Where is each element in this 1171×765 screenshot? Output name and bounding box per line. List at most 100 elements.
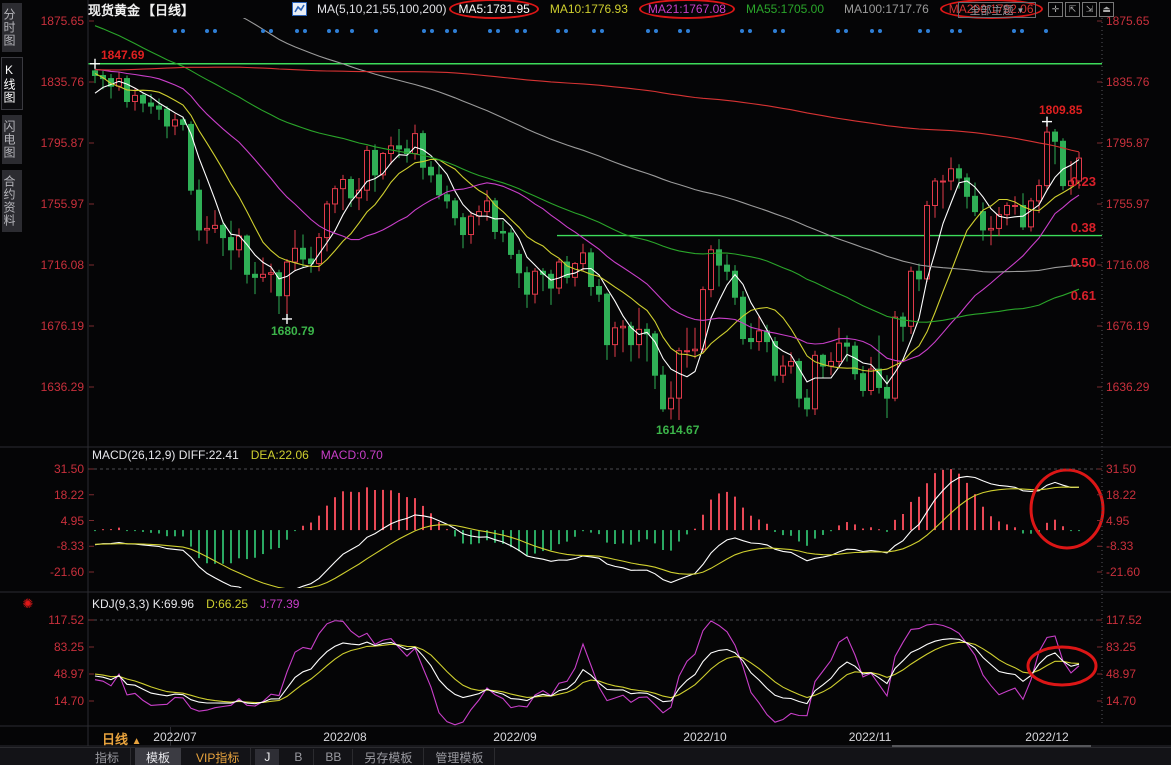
candlestick[interactable]: [533, 271, 538, 294]
candlestick[interactable]: [325, 204, 330, 238]
footer-tab-另存模板[interactable]: 另存模板: [353, 748, 424, 765]
candlestick[interactable]: [717, 250, 722, 265]
candlestick[interactable]: [605, 294, 610, 344]
candlestick[interactable]: [373, 150, 378, 174]
candlestick[interactable]: [637, 329, 642, 344]
candlestick[interactable]: [885, 387, 890, 398]
candlestick[interactable]: [661, 375, 666, 409]
candlestick[interactable]: [461, 218, 466, 235]
candlestick[interactable]: [469, 216, 474, 234]
candlestick[interactable]: [413, 134, 418, 154]
candlestick[interactable]: [941, 181, 946, 182]
theme-select-button[interactable]: 全部主题 ▼: [958, 2, 1036, 18]
move-icon[interactable]: ✛: [1048, 2, 1063, 17]
candlestick[interactable]: [525, 273, 530, 294]
candlestick[interactable]: [597, 287, 602, 295]
candlestick[interactable]: [861, 374, 866, 391]
candlestick[interactable]: [781, 366, 786, 375]
candlestick[interactable]: [253, 274, 258, 277]
candlestick[interactable]: [981, 212, 986, 230]
candlestick[interactable]: [197, 190, 202, 230]
footer-tab-模板[interactable]: 模板: [135, 748, 181, 765]
candlestick[interactable]: [797, 361, 802, 398]
candlestick[interactable]: [301, 248, 306, 259]
sidebar-tab-合约资料[interactable]: 合约资料: [2, 170, 22, 232]
candlestick[interactable]: [517, 254, 522, 272]
candlestick[interactable]: [341, 179, 346, 188]
footer-tab-VIP指标[interactable]: VIP指标: [185, 748, 251, 765]
candlestick[interactable]: [229, 238, 234, 250]
candlestick[interactable]: [933, 181, 938, 205]
candlestick[interactable]: [429, 167, 434, 175]
candlestick[interactable]: [949, 169, 954, 181]
sidebar-tab-K线图[interactable]: K线图: [2, 58, 22, 109]
candlestick[interactable]: [437, 175, 442, 195]
candlestick[interactable]: [165, 109, 170, 126]
candlestick[interactable]: [149, 103, 154, 106]
candlestick[interactable]: [269, 273, 274, 275]
candlestick[interactable]: [157, 106, 162, 109]
candlestick[interactable]: [261, 274, 266, 277]
candlestick[interactable]: [501, 231, 506, 233]
candlestick[interactable]: [613, 328, 618, 345]
candlestick[interactable]: [957, 169, 962, 178]
candlestick[interactable]: [1029, 201, 1034, 227]
candlestick[interactable]: [453, 201, 458, 218]
candlestick[interactable]: [925, 205, 930, 278]
candlestick[interactable]: [869, 369, 874, 390]
candlestick[interactable]: [509, 233, 514, 254]
candlestick[interactable]: [445, 195, 450, 201]
candlestick[interactable]: [1005, 205, 1010, 214]
candlestick[interactable]: [1045, 132, 1050, 186]
footer-tab-J[interactable]: J: [255, 749, 279, 765]
candlestick[interactable]: [213, 225, 218, 228]
candlestick[interactable]: [293, 248, 298, 262]
candlestick[interactable]: [669, 398, 674, 409]
candlestick[interactable]: [397, 146, 402, 149]
candlestick[interactable]: [621, 326, 626, 328]
scale-horizontal-icon[interactable]: ⇲: [1082, 2, 1097, 17]
candlestick[interactable]: [1053, 132, 1058, 141]
candlestick[interactable]: [805, 398, 810, 409]
footer-tab-管理模板[interactable]: 管理模板: [424, 748, 495, 765]
period-footer[interactable]: 日线 ▲: [102, 729, 142, 748]
candlestick[interactable]: [757, 331, 762, 342]
candlestick[interactable]: [685, 351, 690, 352]
candlestick[interactable]: [349, 179, 354, 197]
candlestick[interactable]: [573, 264, 578, 278]
candlestick[interactable]: [173, 120, 178, 126]
candlestick[interactable]: [901, 317, 906, 326]
chart-type-icon[interactable]: [292, 2, 307, 16]
candlestick[interactable]: [973, 196, 978, 211]
candlestick[interactable]: [221, 225, 226, 237]
candlestick[interactable]: [317, 238, 322, 264]
candlestick[interactable]: [285, 262, 290, 296]
candlestick[interactable]: [133, 95, 138, 101]
candlestick[interactable]: [789, 361, 794, 366]
candlestick[interactable]: [693, 349, 698, 351]
candlestick[interactable]: [141, 95, 146, 103]
candlestick[interactable]: [557, 262, 562, 288]
chart-canvas[interactable]: [0, 0, 1171, 765]
candlestick[interactable]: [909, 271, 914, 326]
candlestick[interactable]: [829, 361, 834, 366]
candlestick[interactable]: [549, 274, 554, 288]
candlestick[interactable]: [1037, 186, 1042, 201]
export-icon[interactable]: ⏏: [1099, 2, 1114, 17]
candlestick[interactable]: [581, 253, 586, 264]
scale-vertical-icon[interactable]: ⇱: [1065, 2, 1080, 17]
candlestick[interactable]: [845, 343, 850, 346]
candlestick[interactable]: [989, 228, 994, 230]
footer-tab-B[interactable]: B: [283, 749, 314, 765]
candlestick[interactable]: [837, 343, 842, 361]
candlestick[interactable]: [917, 271, 922, 279]
candlestick[interactable]: [893, 317, 898, 398]
footer-tab-BB[interactable]: BB: [314, 749, 353, 765]
sidebar-tab-分时图[interactable]: 分时图: [2, 3, 22, 52]
candlestick[interactable]: [205, 228, 210, 230]
candlestick[interactable]: [725, 265, 730, 271]
candlestick[interactable]: [749, 339, 754, 342]
candlestick[interactable]: [485, 201, 490, 212]
sidebar-tab-闪电图[interactable]: 闪电图: [2, 115, 22, 164]
candlestick[interactable]: [1013, 205, 1018, 206]
